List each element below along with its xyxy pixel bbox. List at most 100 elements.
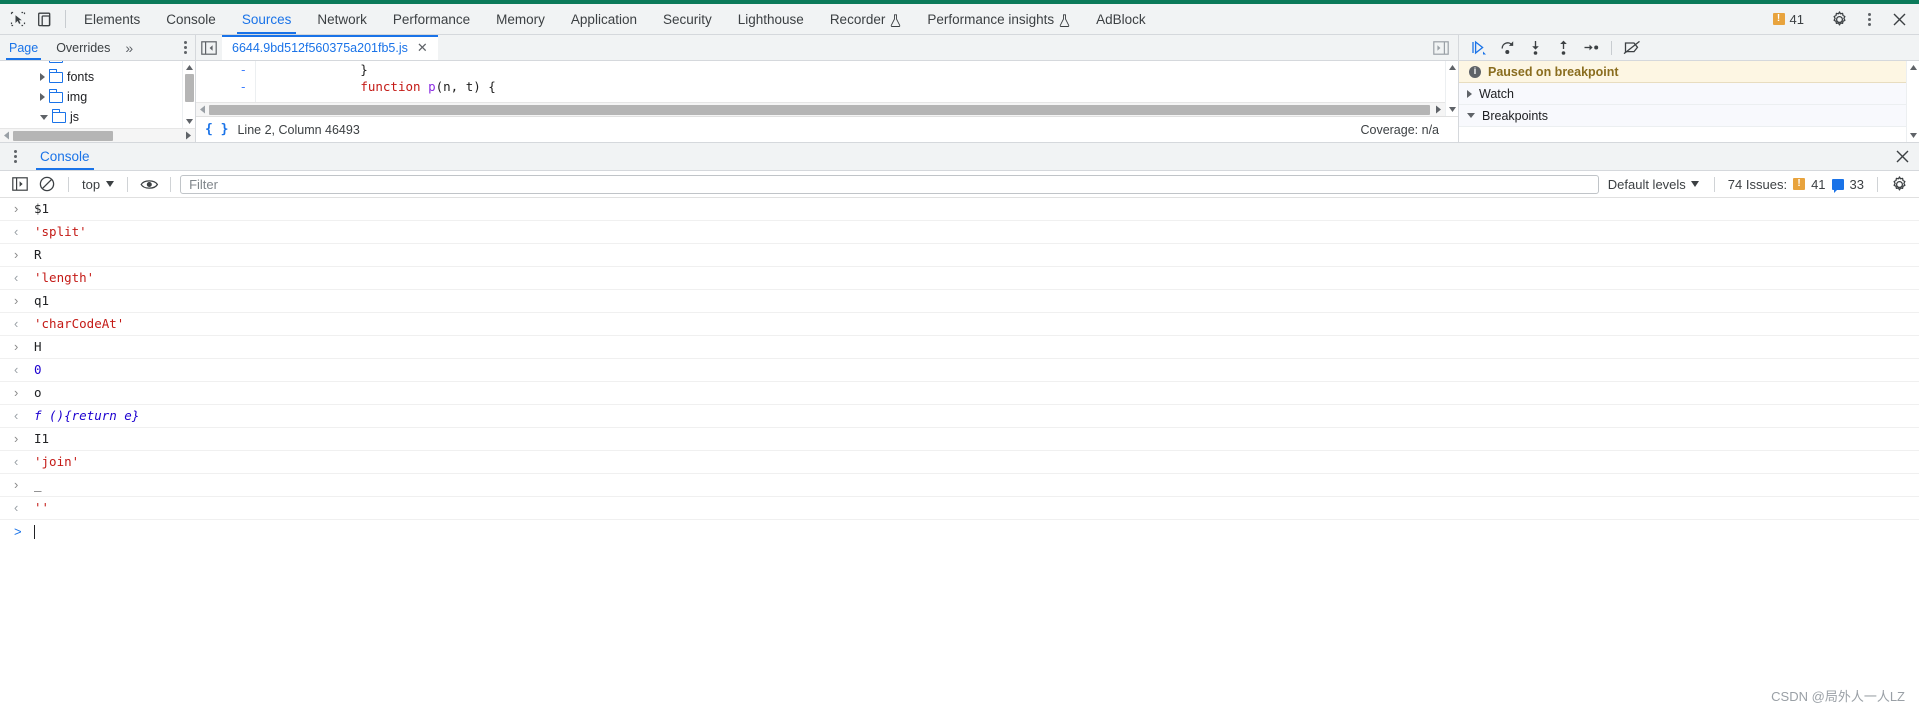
console-entry-text: R	[34, 247, 42, 262]
result-arrow-icon: ‹	[14, 362, 19, 377]
chevron-right-icon	[1467, 89, 1472, 98]
console-result-entry[interactable]: ‹ 'charCodeAt'	[0, 313, 1919, 336]
tab-performance-insights[interactable]: Performance insights	[914, 4, 1083, 34]
tab-memory[interactable]: Memory	[483, 4, 558, 34]
issues-summary[interactable]: 74 Issues: 41 33	[1724, 177, 1868, 193]
tree-item-label: js	[70, 110, 80, 124]
debugger-section-breakpoints[interactable]: Breakpoints	[1459, 105, 1906, 127]
live-expression-icon[interactable]	[137, 173, 161, 195]
tree-item-fonts[interactable]: fonts	[0, 67, 195, 87]
console-input-entry[interactable]: › $1	[0, 198, 1919, 221]
step-into-icon[interactable]	[1523, 37, 1547, 59]
console-result-entry[interactable]: ‹ 0	[0, 359, 1919, 382]
navigator-horizontal-scrollbar[interactable]	[0, 128, 195, 142]
pretty-print-icon[interactable]: { }	[205, 122, 228, 137]
drawer-kebab-menu-icon[interactable]	[0, 143, 30, 170]
scroll-right-arrow-icon[interactable]	[1432, 103, 1445, 116]
gear-icon[interactable]	[1825, 10, 1853, 28]
inspect-cursor-icon[interactable]	[4, 4, 32, 34]
close-icon[interactable]	[1885, 12, 1913, 27]
tree-item-js[interactable]: js	[0, 107, 195, 127]
tab-console[interactable]: Console	[153, 4, 229, 34]
tab-application[interactable]: Application	[558, 4, 650, 34]
navigator-more-tabs-icon[interactable]: »	[119, 35, 139, 60]
debugger-section-watch[interactable]: Watch	[1459, 83, 1906, 105]
resume-icon[interactable]	[1467, 37, 1491, 59]
scrollbar-thumb[interactable]	[209, 104, 1430, 115]
clear-console-icon[interactable]	[35, 173, 59, 195]
navigator-vertical-scrollbar[interactable]	[182, 61, 195, 128]
execution-context-selector[interactable]: top	[78, 177, 118, 192]
scroll-down-arrow-icon[interactable]	[1907, 129, 1919, 142]
scroll-up-arrow-icon[interactable]	[1446, 61, 1459, 74]
console-sidebar-icon[interactable]	[8, 173, 32, 195]
gear-icon[interactable]	[1887, 173, 1911, 195]
console-prompt[interactable]: >	[0, 520, 1919, 543]
log-levels-label: Default levels	[1607, 176, 1686, 192]
editor-file-tab[interactable]: 6644.9bd512f560375a201fb5.js ✕	[222, 35, 438, 60]
step-icon[interactable]	[1579, 37, 1603, 59]
tab-security[interactable]: Security	[650, 4, 725, 34]
scroll-up-arrow-icon[interactable]	[1907, 61, 1919, 74]
execution-context-label: top	[82, 176, 101, 192]
scroll-right-arrow-icon[interactable]	[182, 129, 195, 142]
scroll-up-arrow-icon[interactable]	[183, 61, 196, 74]
navigator-tab-overrides[interactable]: Overrides	[47, 35, 119, 60]
deactivate-breakpoints-icon[interactable]	[1620, 37, 1644, 59]
console-result-entry[interactable]: ‹ 'split'	[0, 221, 1919, 244]
console-input-entry[interactable]: › q1	[0, 290, 1919, 313]
filter-input[interactable]	[180, 174, 1599, 194]
editor-horizontal-scrollbar[interactable]	[196, 102, 1445, 116]
close-icon[interactable]: ✕	[417, 41, 428, 54]
device-toolbar-icon[interactable]	[32, 4, 60, 34]
tab-recorder[interactable]: Recorder	[817, 4, 915, 34]
console-input-entry[interactable]: › R	[0, 244, 1919, 267]
tab-network[interactable]: Network	[304, 4, 380, 34]
step-out-icon[interactable]	[1551, 37, 1575, 59]
tab-elements[interactable]: Elements	[71, 4, 153, 34]
navigator-kebab-menu-icon[interactable]	[175, 35, 195, 60]
tab-sources[interactable]: Sources	[229, 4, 305, 34]
toggle-debugger-icon[interactable]	[1428, 40, 1454, 55]
console-input-entry[interactable]: › I1	[0, 428, 1919, 451]
console-input-entry[interactable]: › o	[0, 382, 1919, 405]
close-icon[interactable]	[1885, 143, 1919, 170]
tab-performance[interactable]: Performance	[380, 4, 483, 34]
tab-lighthouse[interactable]: Lighthouse	[725, 4, 817, 34]
scroll-left-arrow-icon[interactable]	[196, 103, 209, 116]
kebab-dots	[1859, 12, 1879, 26]
tree-item-img[interactable]: img	[0, 87, 195, 107]
scroll-down-arrow-icon[interactable]	[1446, 103, 1459, 116]
drawer-tab-console[interactable]: Console	[30, 143, 100, 170]
editor-vertical-scrollbar[interactable]	[1445, 61, 1458, 116]
debugger-vertical-scrollbar[interactable]	[1906, 61, 1919, 142]
editor-status-bar: { } Line 2, Column 46493 Coverage: n/a	[196, 116, 1458, 142]
console-entry-text: $1	[34, 201, 50, 216]
folder-icon	[49, 68, 63, 83]
kebab-menu-icon[interactable]	[1855, 12, 1883, 26]
tab-adblock[interactable]: AdBlock	[1083, 4, 1159, 34]
console-result-entry[interactable]: ‹ 'join'	[0, 451, 1919, 474]
console-input-entry[interactable]: › _	[0, 474, 1919, 497]
input-arrow-icon: ›	[14, 339, 19, 354]
step-over-icon[interactable]	[1495, 37, 1519, 59]
scroll-down-arrow-icon[interactable]	[183, 115, 196, 128]
console-result-entry[interactable]: ‹ f (){return e}	[0, 405, 1919, 428]
code-editor[interactable]: - - } function p(n, t) {	[196, 61, 1458, 116]
result-arrow-icon: ‹	[14, 316, 19, 331]
console-result-entry[interactable]: ‹ ''	[0, 497, 1919, 520]
console-result-entry[interactable]: ‹ 'length'	[0, 267, 1919, 290]
scrollbar-thumb[interactable]	[13, 130, 113, 141]
log-levels-selector[interactable]: Default levels	[1602, 177, 1705, 192]
code-text[interactable]: } function p(n, t) {	[256, 61, 1445, 102]
section-label: Breakpoints	[1482, 108, 1549, 123]
console-input-entry[interactable]: › H	[0, 336, 1919, 359]
warning-count-badge[interactable]: 41	[1767, 12, 1810, 27]
scroll-left-arrow-icon[interactable]	[0, 129, 13, 142]
navigator-tab-page[interactable]: Page	[0, 35, 47, 60]
console-toolbar: top Default levels 74 Issues: 41	[0, 171, 1919, 198]
panel-tabs: Elements Console Sources Network Perform…	[71, 4, 1767, 34]
gutter-marker: -	[239, 62, 247, 77]
toggle-navigator-icon[interactable]	[196, 35, 222, 60]
scrollbar-thumb[interactable]	[184, 74, 194, 102]
